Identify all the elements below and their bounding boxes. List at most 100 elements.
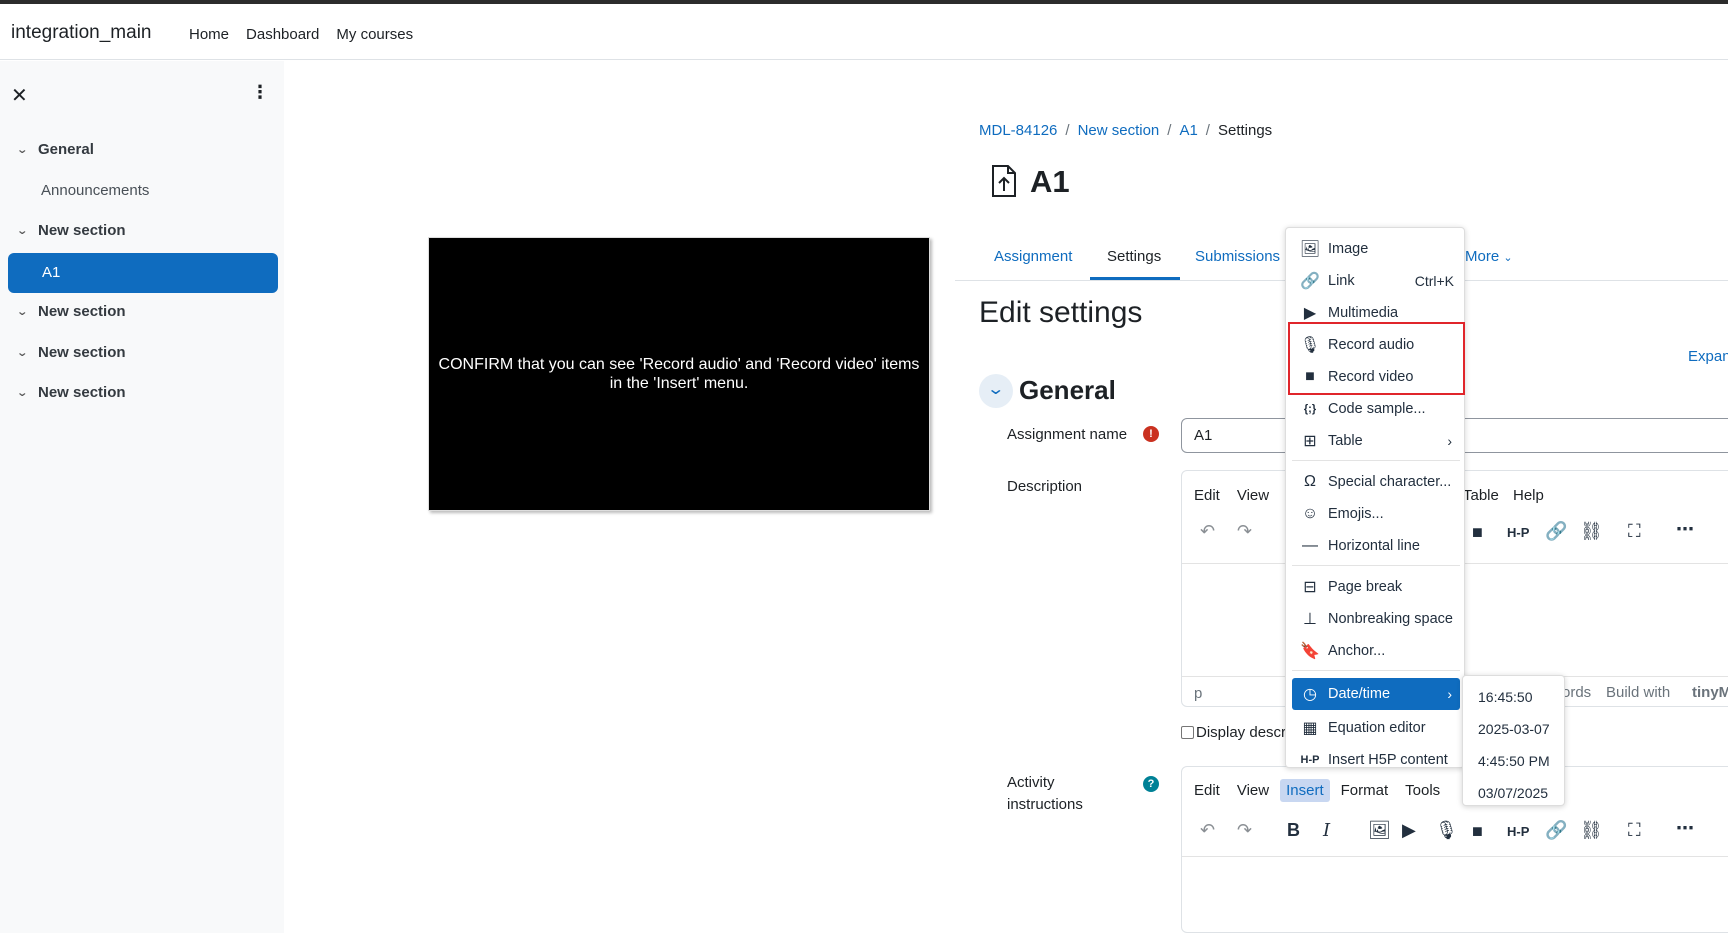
datetime-option[interactable]: 2025-03-07 bbox=[1478, 721, 1550, 737]
menu-edit[interactable]: Edit bbox=[1194, 487, 1220, 504]
sidebar-section-new-3[interactable]: ⌄ New section bbox=[16, 344, 125, 361]
nav-home[interactable]: Home bbox=[189, 26, 229, 43]
tinymce-logo[interactable]: tinyM bbox=[1692, 684, 1728, 701]
help-icon[interactable]: ? bbox=[1143, 776, 1159, 792]
sidebar-section-new-4[interactable]: ⌄ New section bbox=[16, 384, 126, 401]
redo-icon[interactable]: ↷ bbox=[1237, 820, 1252, 841]
menu-insert[interactable]: Insert bbox=[1280, 779, 1330, 802]
section-label: New section bbox=[38, 303, 126, 320]
nav-dashboard[interactable]: Dashboard bbox=[246, 26, 319, 43]
chevron-down-icon: ⌄ bbox=[16, 387, 29, 399]
chevron-down-icon: ⌄ bbox=[16, 306, 29, 318]
more-options-icon[interactable]: ⋯ bbox=[1676, 818, 1694, 839]
close-drawer-icon[interactable]: ✕ bbox=[11, 83, 28, 108]
link-icon: 🔗 bbox=[1300, 273, 1320, 290]
drawer-options-icon[interactable]: ⋮ bbox=[251, 83, 269, 101]
redo-icon[interactable]: ↷ bbox=[1237, 521, 1252, 542]
record-video-icon[interactable]: ■ bbox=[1472, 821, 1483, 842]
menu-item-emojis[interactable]: ☺ Emojis... bbox=[1292, 500, 1460, 528]
microphone-icon[interactable]: 🎙 bbox=[1435, 820, 1458, 841]
clock-icon: ◷ bbox=[1303, 686, 1317, 703]
menu-item-code-sample[interactable]: {;} Code sample... bbox=[1292, 395, 1460, 423]
description-label: Description bbox=[1007, 478, 1083, 495]
site-brand[interactable]: integration_main bbox=[11, 22, 151, 44]
undo-icon[interactable]: ↶ bbox=[1200, 820, 1215, 841]
fullscreen-icon[interactable]: ⛶ bbox=[1628, 820, 1641, 841]
chevron-right-icon: › bbox=[1447, 686, 1452, 702]
menu-tools[interactable]: Tools bbox=[1405, 782, 1440, 799]
editor-menubar: Edit View bbox=[1194, 487, 1269, 504]
datetime-option[interactable]: 4:45:50 PM bbox=[1478, 753, 1550, 769]
menu-item-anchor[interactable]: 🔖 Anchor... bbox=[1292, 637, 1460, 665]
menu-item-date-time[interactable]: ◷ Date/time › bbox=[1292, 678, 1460, 710]
display-description-checkbox-row[interactable]: Display descr bbox=[1181, 724, 1286, 741]
menu-item-equation-editor[interactable]: ▦ Equation editor bbox=[1292, 714, 1460, 742]
sidebar-item-a1[interactable]: A1 bbox=[8, 253, 278, 293]
italic-icon[interactable]: I bbox=[1323, 820, 1330, 841]
menu-view[interactable]: View bbox=[1237, 782, 1269, 799]
collapse-general-button[interactable]: ⌄ bbox=[979, 374, 1013, 408]
menu-view[interactable]: View bbox=[1237, 487, 1269, 504]
menu-format[interactable]: Format bbox=[1341, 782, 1389, 799]
menu-table[interactable]: Table bbox=[1463, 487, 1499, 504]
h5p-icon[interactable]: H-P bbox=[1507, 824, 1529, 839]
menu-item-table[interactable]: ⊞ Table › bbox=[1292, 427, 1460, 455]
menu-edit[interactable]: Edit bbox=[1194, 782, 1220, 799]
tab-assignment[interactable]: Assignment bbox=[994, 248, 1072, 265]
sidebar-item-announcements[interactable]: Announcements bbox=[41, 182, 149, 199]
unlink-icon[interactable]: ⛓ bbox=[1580, 521, 1603, 542]
tab-submissions[interactable]: Submissions bbox=[1195, 248, 1280, 265]
unlink-icon[interactable]: ⛓ bbox=[1580, 820, 1603, 841]
section-label: New section bbox=[38, 384, 126, 401]
chevron-down-icon: ⌄ bbox=[1503, 252, 1513, 264]
section-label: General bbox=[38, 141, 94, 158]
breadcrumb-section[interactable]: New section bbox=[1078, 122, 1160, 139]
element-path[interactable]: p bbox=[1194, 685, 1202, 702]
activity-instructions-label: Activity instructions bbox=[1007, 774, 1083, 813]
multimedia-icon[interactable]: ▶ bbox=[1402, 820, 1416, 841]
menu-item-horizontal-line[interactable]: — Horizontal line bbox=[1292, 532, 1460, 560]
sidebar-section-new-2[interactable]: ⌄ New section bbox=[16, 303, 126, 320]
tab-settings[interactable]: Settings bbox=[1107, 248, 1161, 265]
sidebar-section-general[interactable]: ⌄ General bbox=[16, 141, 94, 158]
menu-item-image[interactable]: 🖼 Image bbox=[1292, 235, 1460, 263]
more-options-icon[interactable]: ⋯ bbox=[1676, 519, 1694, 540]
word-count[interactable]: ords bbox=[1562, 684, 1591, 701]
required-icon: ! bbox=[1143, 426, 1159, 442]
undo-icon[interactable]: ↶ bbox=[1200, 521, 1215, 542]
datetime-option[interactable]: 16:45:50 bbox=[1478, 689, 1533, 705]
link-icon[interactable]: 🔗 bbox=[1545, 820, 1567, 841]
breadcrumb-current: Settings bbox=[1217, 122, 1273, 139]
menu-help[interactable]: Help bbox=[1513, 487, 1544, 504]
breadcrumb-course[interactable]: MDL-84126 bbox=[979, 122, 1057, 139]
menu-item-nonbreaking-space[interactable]: ⊥ Nonbreaking space bbox=[1292, 605, 1460, 633]
omega-icon: Ω bbox=[1304, 473, 1316, 490]
fullscreen-icon[interactable]: ⛶ bbox=[1628, 521, 1641, 542]
chevron-down-icon: ⌄ bbox=[986, 381, 1006, 398]
h5p-icon[interactable]: H-P bbox=[1507, 525, 1529, 540]
image-icon: 🖼 bbox=[1299, 241, 1321, 258]
expand-all-link[interactable]: Expan bbox=[1688, 348, 1728, 365]
bold-icon[interactable]: B bbox=[1287, 820, 1300, 841]
link-icon[interactable]: 🔗 bbox=[1545, 521, 1567, 542]
display-description-checkbox[interactable] bbox=[1181, 726, 1194, 739]
breadcrumb-activity[interactable]: A1 bbox=[1179, 122, 1197, 139]
code-sample-icon: {;} bbox=[1303, 403, 1317, 415]
page-break-icon: ⊟ bbox=[1303, 579, 1317, 596]
menu-item-page-break[interactable]: ⊟ Page break bbox=[1292, 573, 1460, 601]
assignment-name-label: Assignment name bbox=[1007, 426, 1128, 443]
sidebar-section-new-1[interactable]: ⌄ New section bbox=[16, 222, 125, 239]
record-video-icon[interactable]: ■ bbox=[1472, 522, 1483, 543]
chevron-down-icon: ⌄ bbox=[16, 347, 29, 359]
date-time-submenu: 16:45:50 2025-03-07 4:45:50 PM 03/07/202… bbox=[1462, 675, 1565, 806]
image-icon[interactable]: 🖼 bbox=[1368, 820, 1391, 841]
menu-item-insert-h5p[interactable]: H-P Insert H5P content bbox=[1292, 746, 1460, 774]
assignment-name-value: A1 bbox=[1194, 427, 1213, 444]
tab-more[interactable]: More ⌄ bbox=[1465, 248, 1513, 265]
datetime-option[interactable]: 03/07/2025 bbox=[1478, 785, 1548, 801]
nav-my-courses[interactable]: My courses bbox=[336, 26, 413, 43]
activity-instructions-editor[interactable]: Edit View Insert Format Tools ↶ ↷ B I 🖼 … bbox=[1181, 766, 1728, 933]
menu-item-special-character[interactable]: Ω Special character... bbox=[1292, 468, 1460, 496]
instruction-overlay: CONFIRM that you can see 'Record audio' … bbox=[428, 237, 930, 511]
menu-item-link[interactable]: 🔗 Link Ctrl+K bbox=[1292, 267, 1460, 295]
